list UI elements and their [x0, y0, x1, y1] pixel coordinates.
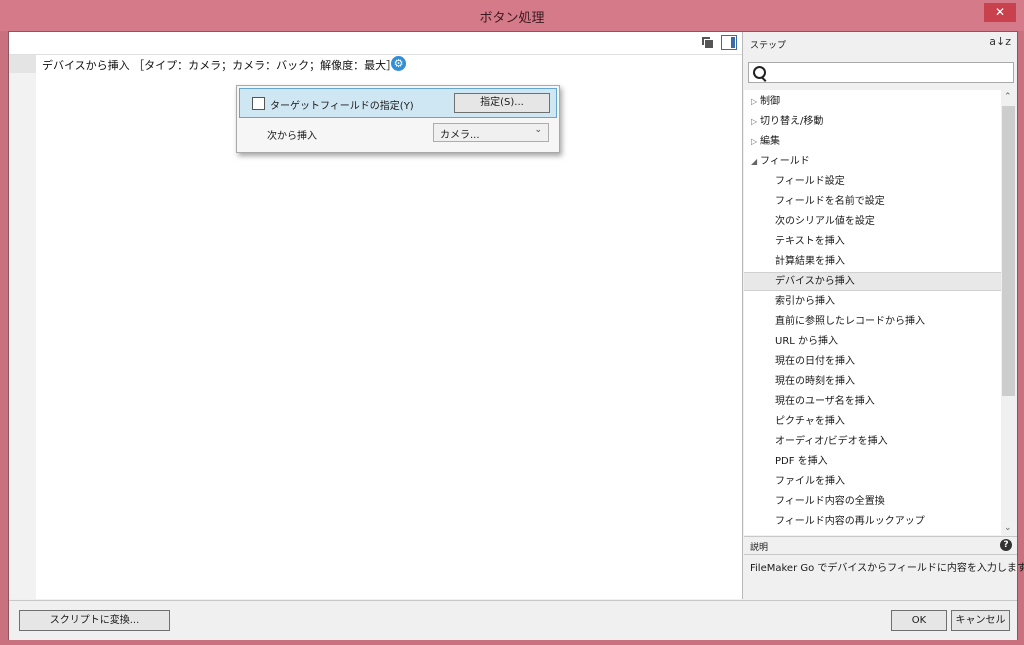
step-search-input[interactable] [748, 62, 1014, 83]
scrollbar-thumb[interactable] [1002, 106, 1015, 396]
help-icon[interactable]: ? [1000, 539, 1012, 551]
triangle-right-icon: ▷ [751, 97, 758, 106]
target-field-checkbox[interactable] [252, 97, 265, 110]
step-category[interactable]: ◢ フィールド [744, 152, 1001, 172]
copy-layout-icon[interactable] [701, 36, 714, 49]
list-item[interactable]: フィールドを名前で設定 [744, 192, 1001, 212]
insert-from-label: 次から挿入 [267, 131, 317, 142]
list-item[interactable]: 現在の時刻を挿入 [744, 372, 1001, 392]
gear-icon[interactable]: ⚙ [391, 56, 406, 71]
script-toolbar [9, 32, 742, 55]
list-item[interactable]: 現在の日付を挿入 [744, 352, 1001, 372]
description-header: 説明 ? [744, 536, 1017, 555]
ok-button[interactable]: OK [891, 610, 947, 631]
search-icon [753, 66, 766, 79]
sort-icon[interactable]: a↓z [989, 35, 1011, 48]
steps-list: ▷ 制御 ▷ 切り替え/移動 ▷ 編集 ◢ フィールド フィールド設定 フィール… [744, 90, 1001, 535]
script-editor[interactable]: デバイスから挿入 ［タイプ：カメラ；カメラ：バック；解像度：最大］ ⚙ ターゲッ… [9, 32, 743, 599]
list-item[interactable]: 直前に参照したレコードから挿入 [744, 312, 1001, 332]
step-category-label: 編集 [760, 136, 780, 147]
close-button[interactable]: ✕ [984, 3, 1016, 22]
steps-scrollbar[interactable]: ⌃ ⌄ [1001, 90, 1016, 535]
list-item[interactable]: フィールド内容の再ルックアップ [744, 512, 1001, 532]
list-item[interactable]: PDF を挿入 [744, 452, 1001, 472]
target-field-row: ターゲットフィールドの指定(Y) 指定(S)... [239, 88, 557, 118]
target-field-label[interactable]: ターゲットフィールドの指定(Y) [270, 97, 414, 112]
line-gutter [9, 55, 36, 599]
list-item[interactable]: ピクチャを挿入 [744, 412, 1001, 432]
step-category-label: 制御 [760, 96, 780, 107]
description-title: 説明 [750, 543, 769, 553]
title-bar: ボタン処理 ✕ [0, 0, 1024, 31]
cancel-button[interactable]: キャンセル [951, 610, 1010, 631]
chevron-up-icon[interactable]: ⌃ [1004, 92, 1012, 102]
line-gutter-highlight [9, 55, 36, 73]
list-item[interactable]: 索引から挿入 [744, 292, 1001, 312]
step-options-popup: ターゲットフィールドの指定(Y) 指定(S)... 次から挿入 カメラ... ⌄ [236, 85, 560, 153]
list-item[interactable]: テキストを挿入 [744, 232, 1001, 252]
list-item-selected[interactable]: デバイスから挿入 [744, 272, 1001, 291]
step-category[interactable]: ▷ 編集 [744, 132, 1001, 152]
step-category[interactable]: ▷ 切り替え/移動 [744, 112, 1001, 132]
chevron-down-icon[interactable]: ⌄ [1004, 523, 1012, 533]
steps-header: ステップ a↓z [744, 32, 1017, 54]
script-step-text[interactable]: デバイスから挿入 ［タイプ：カメラ；カメラ：バック；解像度：最大］ [42, 57, 397, 73]
dialog-body: デバイスから挿入 ［タイプ：カメラ；カメラ：バック；解像度：最大］ ⚙ ターゲッ… [8, 31, 1024, 640]
list-item[interactable]: オーディオ/ビデオを挿入 [744, 432, 1001, 452]
insert-from-select[interactable]: カメラ... ⌄ [433, 123, 549, 142]
list-item[interactable]: フィールド設定 [744, 172, 1001, 192]
toggle-panel-icon[interactable] [721, 35, 737, 50]
chevron-down-icon: ⌄ [534, 125, 542, 135]
list-item[interactable]: 現在のユーザ名を挿入 [744, 392, 1001, 412]
step-category-label: フィールド [760, 156, 810, 167]
specify-button[interactable]: 指定(S)... [454, 93, 550, 113]
list-item[interactable]: フィールド内容の全置換 [744, 492, 1001, 512]
steps-title: ステップ [750, 41, 787, 51]
steps-panel: ステップ a↓z ▷ 制御 ▷ 切り替え/移動 ▷ 編集 ◢ フィールド フィー [744, 32, 1024, 599]
window-title: ボタン処理 [479, 11, 545, 26]
list-item[interactable]: URL から挿入 [744, 332, 1001, 352]
step-category-label: 切り替え/移動 [760, 116, 824, 127]
convert-to-script-button[interactable]: スクリプトに変換... [19, 610, 170, 631]
list-item[interactable]: 計算結果を挿入 [744, 252, 1001, 272]
triangle-right-icon: ▷ [751, 137, 758, 146]
description-text: FileMaker Go でデバイスからフィールドに内容を入力します。 [750, 563, 1024, 574]
triangle-down-icon: ◢ [751, 157, 758, 166]
triangle-right-icon: ▷ [751, 117, 758, 126]
list-item[interactable]: ファイルを挿入 [744, 472, 1001, 492]
insert-from-value: カメラ... [440, 130, 480, 141]
bottom-bar: スクリプトに変換... OK キャンセル [9, 600, 1017, 640]
step-category[interactable]: ▷ 制御 [744, 92, 1001, 112]
list-item[interactable]: 次のシリアル値を設定 [744, 212, 1001, 232]
